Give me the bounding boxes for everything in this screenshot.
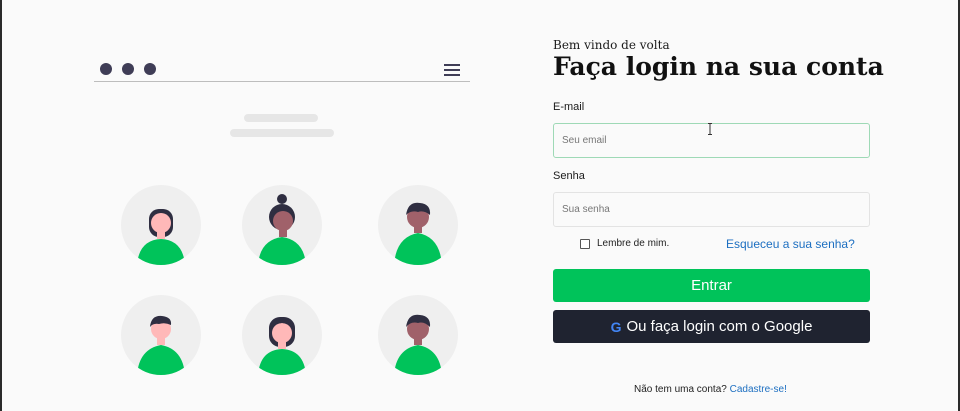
- login-button[interactable]: Entrar: [553, 269, 870, 302]
- forgot-password-link[interactable]: Esqueceu a sua senha?: [726, 237, 855, 251]
- signup-prompt-text: Não tem uma conta?: [634, 384, 727, 395]
- remember-checkbox[interactable]: [580, 238, 590, 249]
- email-label: E-mail: [553, 101, 585, 113]
- text-cursor-icon: [708, 123, 712, 135]
- signup-link[interactable]: Cadastre-se!: [730, 384, 787, 395]
- remember-label: Lembre de mim.: [597, 238, 670, 249]
- avatars-illustration: [94, 58, 470, 398]
- avatar-man-icon: [121, 295, 201, 375]
- avatar-man-icon: [378, 295, 458, 375]
- google-login-button[interactable]: G Ou faça login com o Google: [553, 310, 870, 343]
- window-dots-icon: [100, 63, 156, 75]
- avatar-man-icon: [378, 185, 458, 265]
- password-field[interactable]: [553, 192, 870, 227]
- dot-icon: [100, 63, 112, 75]
- text-placeholder-line: [244, 114, 318, 122]
- dot-icon: [122, 63, 134, 75]
- welcome-text: Bem vindo de volta: [553, 38, 670, 52]
- google-g-icon: G: [610, 318, 622, 335]
- login-form: Bem vindo de volta Faça login na sua con…: [553, 0, 884, 411]
- avatar-woman-icon: [121, 185, 201, 265]
- signup-prompt: Não tem uma conta? Cadastre-se!: [634, 384, 787, 395]
- avatar-woman-icon: [242, 295, 322, 375]
- avatar-woman-bun-icon: [242, 185, 322, 265]
- remember-me[interactable]: Lembre de mim.: [580, 238, 669, 249]
- login-button-label: Entrar: [691, 277, 732, 294]
- dot-icon: [144, 63, 156, 75]
- password-label: Senha: [553, 170, 585, 182]
- page-title: Faça login na sua conta: [553, 52, 884, 81]
- text-placeholder-line: [230, 129, 334, 137]
- browser-divider: [94, 81, 470, 82]
- google-button-label: Ou faça login com o Google: [626, 318, 813, 335]
- hamburger-menu-icon: [444, 64, 460, 76]
